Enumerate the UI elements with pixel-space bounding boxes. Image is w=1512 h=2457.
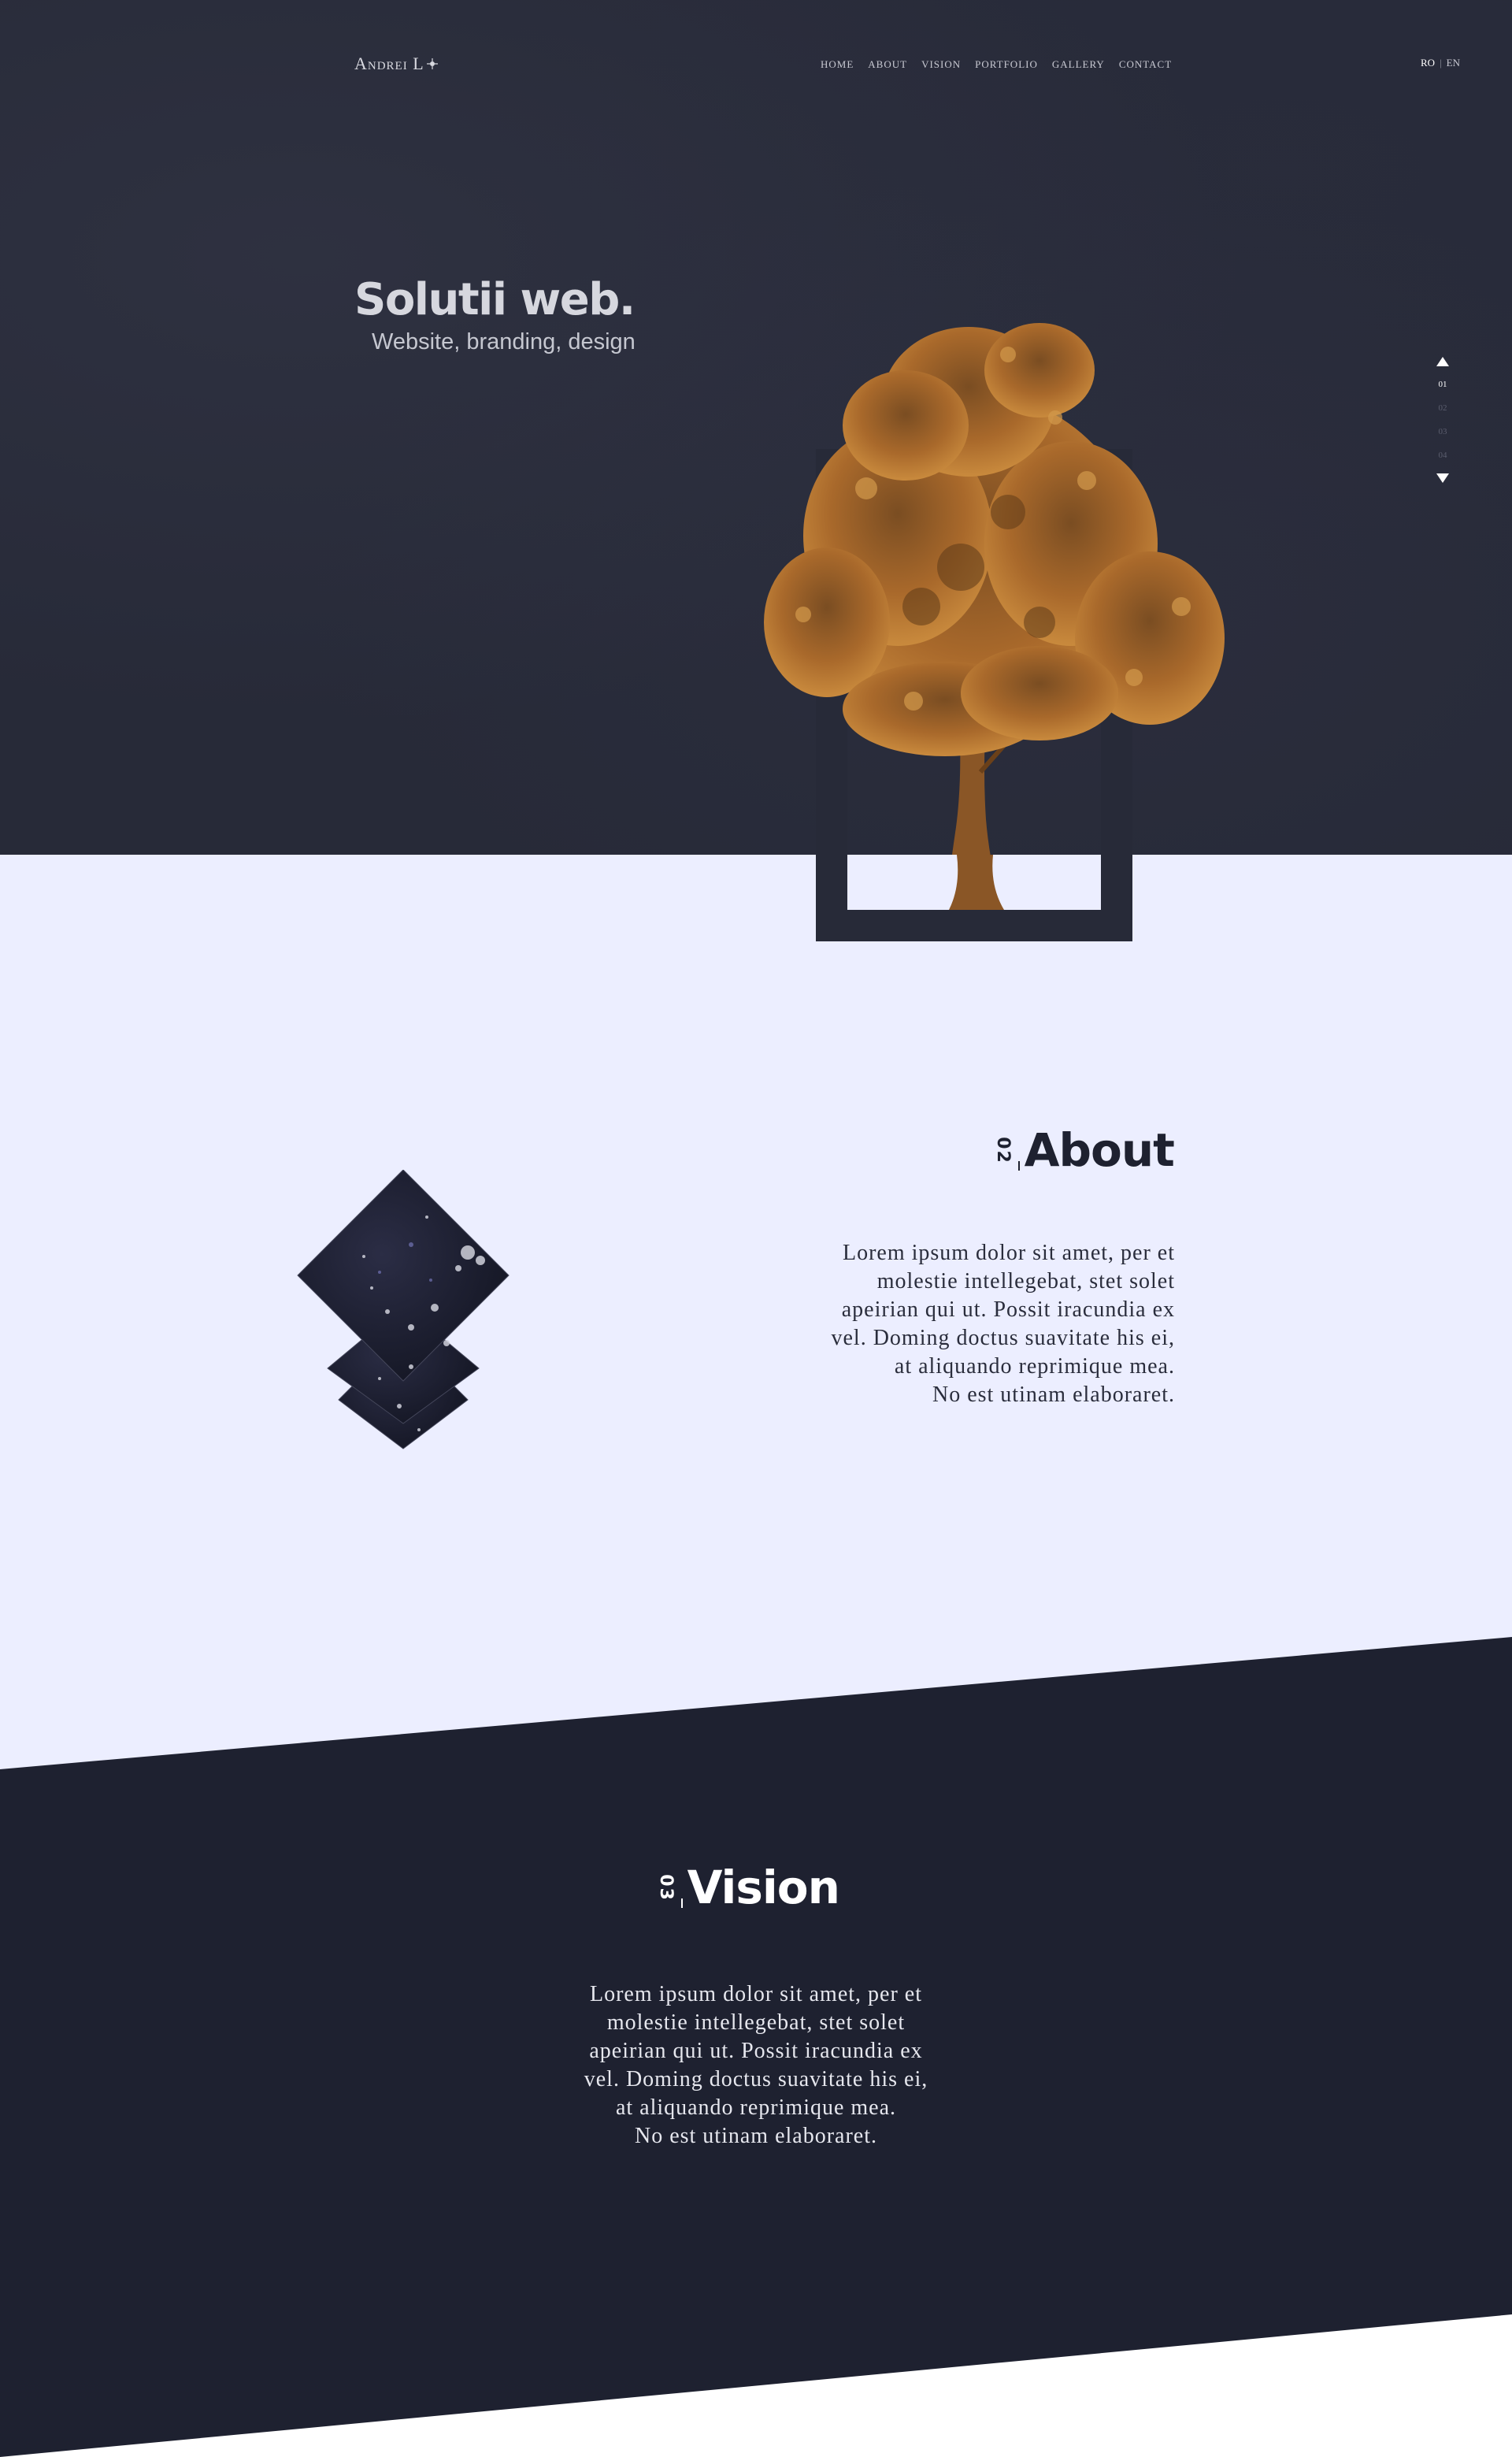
- lang-ro[interactable]: RO: [1421, 57, 1435, 69]
- slider-page-1[interactable]: 01: [1433, 373, 1452, 396]
- slider-page-2[interactable]: 02: [1433, 396, 1452, 420]
- slider-up-arrow-icon[interactable]: [1436, 357, 1449, 366]
- about-paragraph: Lorem ipsum dolor sit amet, per et moles…: [831, 1241, 1175, 1407]
- nav-about[interactable]: ABOUT: [868, 58, 907, 71]
- stacked-diamonds-illustration: [297, 1170, 510, 1449]
- logo-mark-icon: [426, 58, 438, 69]
- language-switcher: RO | EN: [1421, 57, 1460, 69]
- vision-section-number: 03: [655, 1873, 676, 1902]
- nav-vision[interactable]: VISION: [921, 58, 961, 71]
- vision-paragraph: Lorem ipsum dolor sit amet, per et moles…: [584, 1982, 928, 2148]
- slider-page-4[interactable]: 04: [1433, 444, 1452, 467]
- nav-portfolio[interactable]: PORTFOLIO: [975, 58, 1038, 71]
- slider-page-3[interactable]: 03: [1433, 420, 1452, 444]
- nav-gallery[interactable]: GALLERY: [1052, 58, 1105, 71]
- main-nav: HOME ABOUT VISION PORTFOLIO GALLERY CONT…: [821, 58, 1172, 71]
- vision-heading: 03 Vision: [652, 1861, 840, 1914]
- vision-dash: [680, 1898, 683, 1908]
- slider-pagination: 01 02 03 04: [1433, 357, 1452, 483]
- vision-title: Vision: [687, 1861, 840, 1914]
- logo[interactable]: Andrei L: [354, 54, 439, 74]
- about-section-number: 02: [992, 1136, 1013, 1164]
- hero-subtitle: Website, branding, design: [372, 329, 636, 354]
- logo-text: Andrei L: [354, 54, 424, 73]
- tree-illustration: [764, 323, 1225, 910]
- about-dash: [1017, 1161, 1020, 1171]
- nav-home[interactable]: HOME: [821, 58, 854, 71]
- hero-title: Solutii web.: [354, 274, 636, 325]
- about-title: About: [1024, 1123, 1175, 1177]
- about-heading: 02 About: [989, 1123, 1175, 1177]
- nav-contact[interactable]: CONTACT: [1119, 58, 1172, 71]
- lang-en[interactable]: EN: [1447, 57, 1460, 69]
- tree-trunk-base: [949, 855, 1004, 910]
- lang-separator: |: [1440, 57, 1442, 69]
- slider-down-arrow-icon[interactable]: [1436, 473, 1449, 483]
